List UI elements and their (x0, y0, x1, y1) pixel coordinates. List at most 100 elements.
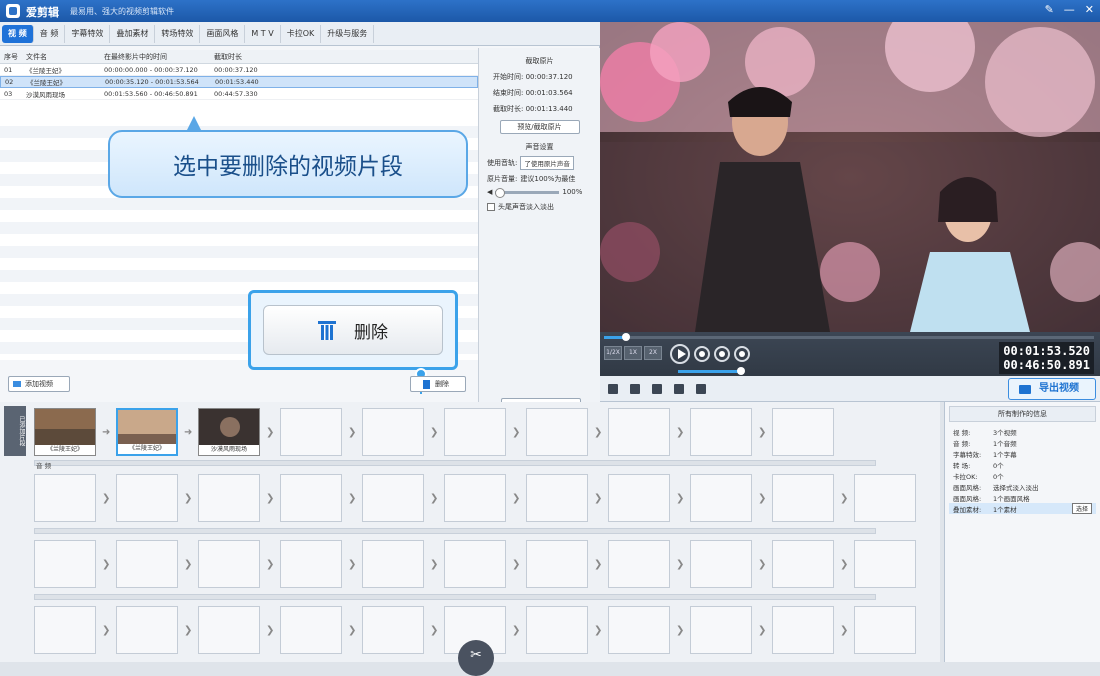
tab-audio[interactable]: 音 频 (34, 24, 66, 43)
speed-double-button[interactable]: 2X (644, 346, 662, 360)
empty-slot[interactable] (526, 474, 588, 522)
arrow-icon: ❯ (594, 492, 603, 504)
folder-icon[interactable] (630, 384, 640, 394)
current-time: 00:01:53.520 (1003, 344, 1090, 358)
clip-thumbnail (199, 409, 259, 447)
delete-button-large[interactable]: 删除 (263, 305, 443, 355)
empty-slot[interactable] (772, 408, 834, 456)
tab-video[interactable]: 视 频 (2, 24, 34, 43)
total-time: 00:46:50.891 (1003, 358, 1090, 372)
arrow-icon: ❯ (512, 492, 521, 504)
empty-slot[interactable] (34, 606, 96, 654)
minimize-button[interactable]: — (1064, 3, 1075, 16)
clip-duration: 截取时长: 00:01:13.440 (493, 105, 573, 113)
close-button[interactable]: ✕ (1085, 3, 1094, 16)
empty-slot[interactable] (116, 474, 178, 522)
tab-overlay[interactable]: 叠加素材 (110, 24, 156, 43)
tab-transitions[interactable]: 转场特效 (155, 24, 201, 43)
fade-checkbox[interactable] (487, 203, 495, 211)
table-row[interactable]: 03 沙漠风雨现场 00:01:53.560 - 00:46:50.891 00… (0, 88, 478, 100)
export-video-button[interactable]: 导出视频 (1008, 378, 1096, 400)
empty-slot[interactable] (362, 540, 424, 588)
scissors-icon[interactable]: ✂ (458, 640, 494, 676)
empty-slot[interactable] (198, 606, 260, 654)
empty-slot[interactable] (280, 474, 342, 522)
audio-track-bar[interactable] (34, 460, 876, 466)
screenshot-icon[interactable] (652, 384, 662, 394)
empty-slot[interactable] (362, 474, 424, 522)
empty-slot[interactable] (690, 408, 752, 456)
empty-slot[interactable] (690, 606, 752, 654)
table-row-selected[interactable]: 02 《兰陵王妃》 00:00:35.120 - 00:01:53.564 00… (0, 76, 478, 88)
empty-slot[interactable] (34, 540, 96, 588)
speed-half-button[interactable]: 1/2X (604, 346, 622, 360)
row-name: 《兰陵王妃》 (26, 66, 65, 75)
empty-slot[interactable] (116, 606, 178, 654)
empty-slot[interactable] (772, 540, 834, 588)
empty-slot[interactable] (608, 540, 670, 588)
speed-normal-button[interactable]: 1X (624, 346, 642, 360)
tab-upgrade[interactable]: 升级与服务 (321, 24, 375, 43)
timeline-clip-selected[interactable]: 《兰陵王妃》 (116, 408, 178, 456)
empty-slot[interactable] (608, 408, 670, 456)
playback-progress[interactable] (604, 333, 1094, 341)
save-icon[interactable] (608, 384, 618, 394)
volume-bar[interactable] (678, 367, 745, 375)
empty-slot[interactable] (444, 474, 506, 522)
stop-button[interactable] (694, 346, 710, 362)
audio-track-select[interactable]: 了使用原片声音 (520, 156, 574, 170)
empty-slot[interactable] (608, 474, 670, 522)
empty-slot[interactable] (608, 606, 670, 654)
tab-karaoke[interactable]: 卡拉OK (281, 24, 322, 43)
arrow-icon: ❯ (184, 492, 193, 504)
timeline-clip[interactable]: 《兰陵王妃》 (34, 408, 96, 456)
empty-slot[interactable] (772, 474, 834, 522)
empty-slot[interactable] (280, 540, 342, 588)
empty-slot[interactable] (526, 408, 588, 456)
info-select-button[interactable]: 选择 (1071, 503, 1092, 514)
play-button[interactable] (670, 344, 690, 364)
arrow-icon: ❯ (184, 624, 193, 636)
empty-slot[interactable] (854, 474, 916, 522)
empty-slot[interactable] (854, 606, 916, 654)
empty-slot[interactable] (772, 606, 834, 654)
track-bar[interactable] (34, 594, 876, 600)
empty-slot[interactable] (280, 408, 342, 456)
table-row[interactable]: 01 《兰陵王妃》 00:00:00.000 - 00:00:37.120 00… (0, 64, 478, 76)
info-value: 1个字幕 (993, 450, 1017, 459)
next-frame-button[interactable] (734, 346, 750, 362)
row-dur: 00:00:37.120 (214, 65, 258, 74)
empty-slot[interactable] (362, 408, 424, 456)
tab-mtv[interactable]: M T V (245, 24, 281, 43)
empty-slot[interactable] (690, 540, 752, 588)
empty-slot[interactable] (198, 474, 260, 522)
empty-slot[interactable] (526, 540, 588, 588)
empty-slot[interactable] (854, 540, 916, 588)
empty-slot[interactable] (526, 606, 588, 654)
empty-slot[interactable] (280, 606, 342, 654)
share-icon[interactable] (696, 384, 706, 394)
tab-subtitle-effects[interactable]: 字幕特效 (65, 24, 111, 43)
prev-frame-button[interactable] (714, 346, 730, 362)
arrow-icon: ❯ (512, 624, 521, 636)
empty-slot[interactable] (690, 474, 752, 522)
empty-slot[interactable] (444, 540, 506, 588)
empty-slot[interactable] (362, 606, 424, 654)
empty-slot[interactable] (444, 408, 506, 456)
empty-slot[interactable] (116, 540, 178, 588)
delete-highlight: 删除 (248, 290, 458, 370)
row-dur: 00:01:53.440 (215, 78, 259, 86)
edit-icon[interactable] (674, 384, 684, 394)
preview-clip-button[interactable]: 预览/截取原片 (499, 120, 580, 134)
volume-slider[interactable] (495, 187, 560, 198)
arrow-icon: ❯ (594, 426, 603, 438)
empty-slot[interactable] (34, 474, 96, 522)
tab-styles[interactable]: 画面风格 (200, 24, 246, 43)
track-bar[interactable] (34, 528, 876, 534)
delete-button[interactable]: 删除 (410, 376, 466, 392)
info-key: 视 频: (953, 428, 971, 437)
skin-icon[interactable]: ✎ (1045, 3, 1054, 16)
empty-slot[interactable] (198, 540, 260, 588)
timeline-clip[interactable]: 沙漠风雨现场 (198, 408, 260, 456)
add-video-button[interactable]: 添加视频 (8, 376, 70, 392)
